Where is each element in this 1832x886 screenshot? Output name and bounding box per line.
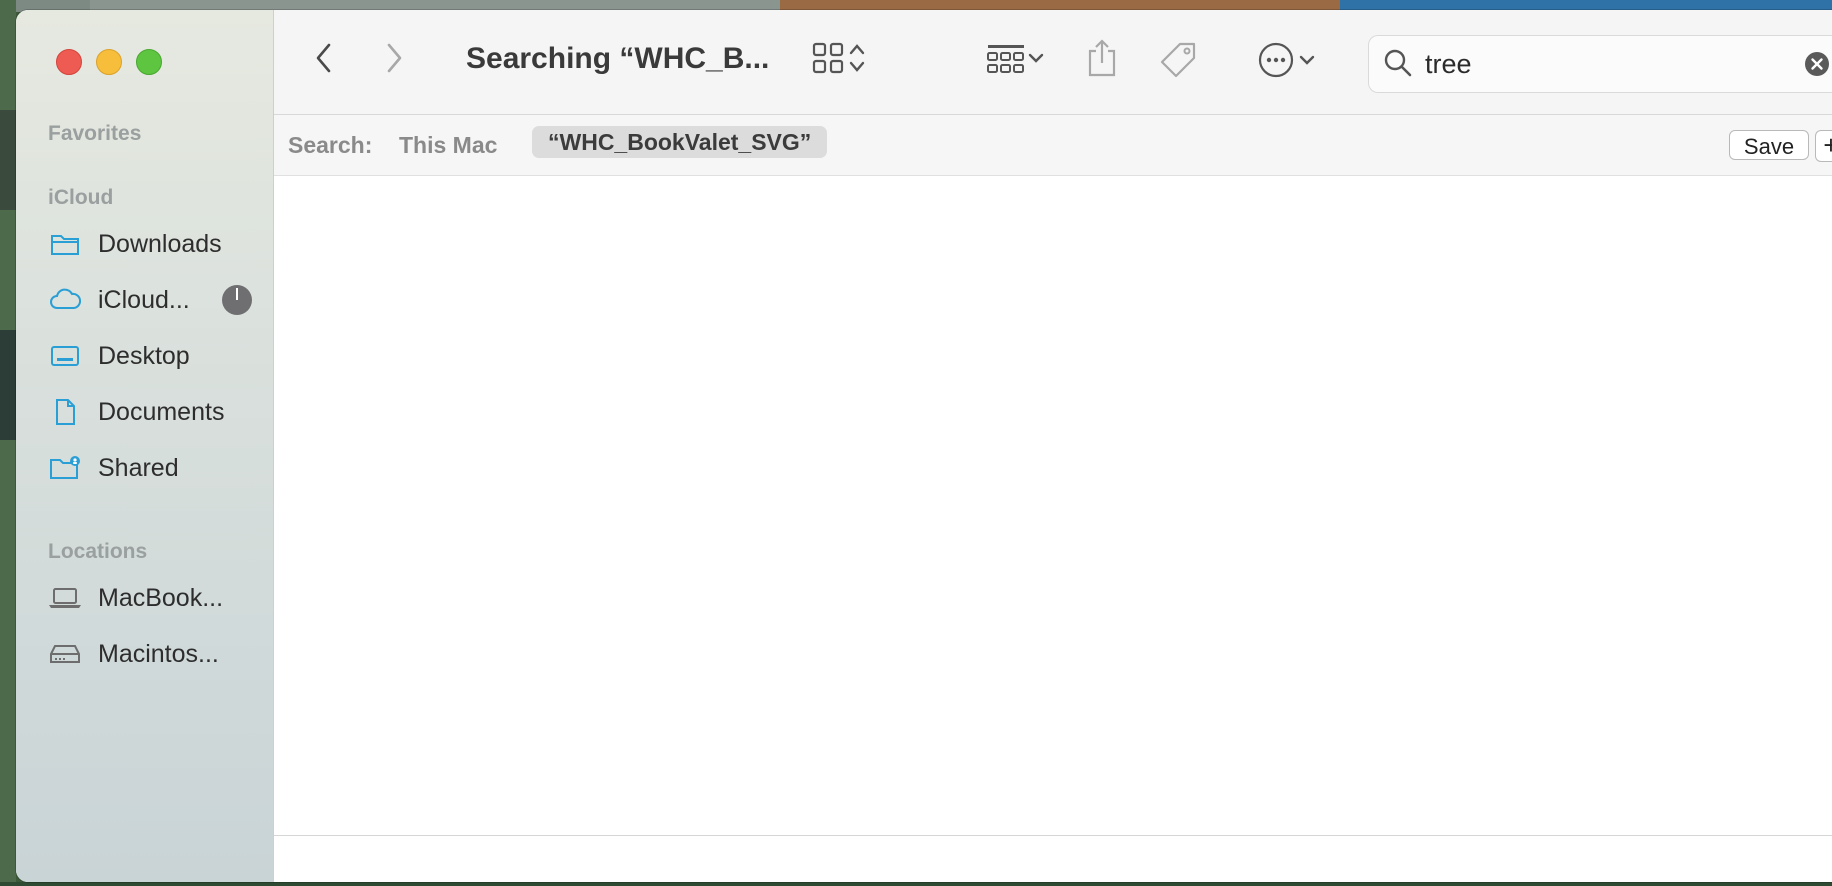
- sidebar-item-label: Documents: [98, 397, 225, 426]
- scope-this-mac[interactable]: This Mac: [399, 132, 497, 159]
- desktop-strip: [0, 882, 1832, 886]
- sidebar-item-macbook[interactable]: MacBook...: [48, 576, 258, 620]
- chevron-updown-icon: [845, 41, 869, 80]
- sidebar-item-label: Macintos...: [98, 639, 219, 668]
- sidebar-item-label: iCloud...: [98, 285, 190, 314]
- desktop-strip: [0, 330, 16, 440]
- search-icon: [1383, 48, 1413, 83]
- close-button[interactable]: [56, 49, 82, 75]
- sidebar-item-shared[interactable]: Shared: [48, 446, 258, 490]
- zoom-button[interactable]: [136, 49, 162, 75]
- desktop-strip: [0, 110, 16, 210]
- tag-icon: [1158, 40, 1198, 85]
- back-button[interactable]: [304, 40, 344, 80]
- back-icon: [314, 42, 334, 79]
- sidebar-item-desktop[interactable]: Desktop: [48, 334, 258, 378]
- sidebar-item-label: Desktop: [98, 341, 190, 370]
- sidebar-item-documents[interactable]: Documents: [48, 390, 258, 434]
- laptop-icon: [48, 583, 82, 613]
- group-icon: [986, 41, 1026, 80]
- icon-view-icon: [811, 41, 845, 80]
- chevron-down-icon: [1026, 41, 1046, 80]
- favorites-heading: Favorites: [48, 122, 142, 145]
- clear-search-icon[interactable]: [1804, 51, 1830, 82]
- forward-icon: [384, 42, 404, 79]
- scope-label: Search:: [288, 132, 373, 158]
- folder-icon: [48, 229, 82, 259]
- desktop-icon: [48, 341, 82, 371]
- document-icon: [48, 397, 82, 427]
- tag-button[interactable]: [1156, 40, 1200, 84]
- view-mode-button[interactable]: [802, 40, 878, 80]
- sidebar-item-icloud-drive[interactable]: iCloud...: [48, 278, 258, 322]
- save-search-button[interactable]: Save: [1729, 130, 1809, 160]
- sync-progress-icon: [222, 285, 252, 315]
- more-actions-icon: [1257, 41, 1295, 84]
- sidebar-item-macintosh-hd[interactable]: Macintos...: [48, 632, 258, 676]
- chevron-down-icon: [1295, 43, 1319, 82]
- sidebar-item-label: Downloads: [98, 229, 222, 258]
- search-input[interactable]: tree: [1425, 49, 1472, 80]
- window-title: Searching “WHC_B...: [466, 42, 770, 75]
- group-by-button[interactable]: [978, 40, 1054, 80]
- cloud-icon: [48, 285, 82, 315]
- sidebar-item-downloads[interactable]: Downloads: [48, 222, 258, 266]
- sidebar: Favorites iCloud Downloads iCloud... Des…: [16, 10, 274, 882]
- locations-heading: Locations: [48, 540, 148, 563]
- share-button[interactable]: [1080, 38, 1124, 82]
- search-results-area: [274, 176, 1832, 835]
- sidebar-item-label: MacBook...: [98, 583, 224, 612]
- sidebar-item-label: Shared: [98, 453, 179, 482]
- forward-button[interactable]: [374, 40, 414, 80]
- finder-window: Favorites iCloud Downloads iCloud... Des…: [16, 10, 1832, 882]
- status-bar: [274, 835, 1832, 882]
- shared-folder-icon: [48, 453, 82, 483]
- search-scope-bar: Search: This Mac “WHC_BookValet_SVG” Sav…: [274, 115, 1832, 176]
- icloud-heading: iCloud: [48, 186, 114, 209]
- search-field[interactable]: tree: [1368, 35, 1832, 93]
- minimize-button[interactable]: [96, 49, 122, 75]
- toolbar: Searching “WHC_B... tree: [274, 10, 1832, 115]
- scope-current-folder[interactable]: “WHC_BookValet_SVG”: [532, 126, 828, 158]
- hard-drive-icon: [48, 639, 82, 669]
- more-actions-button[interactable]: [1250, 40, 1326, 84]
- share-icon: [1086, 37, 1118, 84]
- add-criteria-button[interactable]: +: [1815, 130, 1832, 162]
